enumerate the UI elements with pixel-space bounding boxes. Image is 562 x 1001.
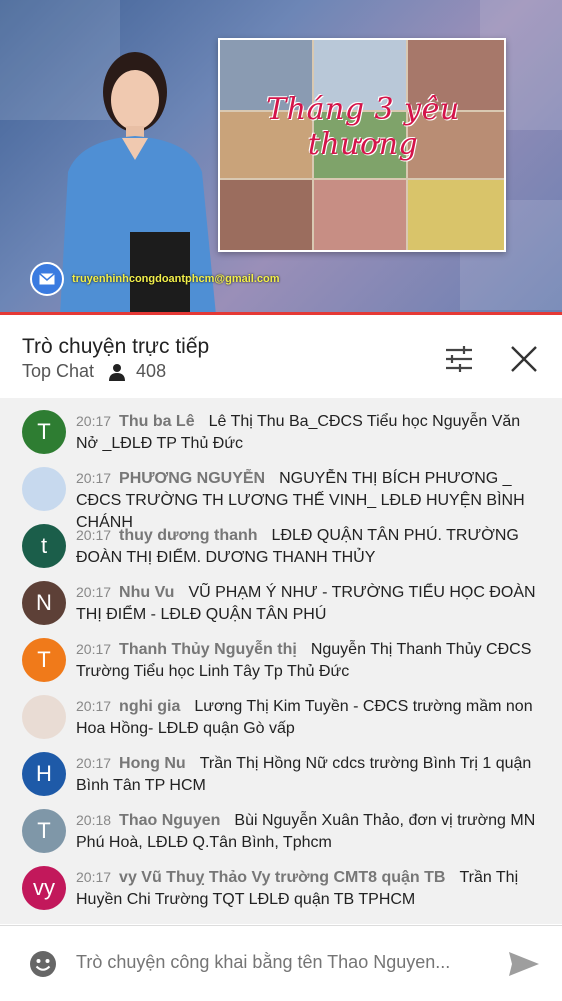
chat-message[interactable]: N 20:17 Nhu Vu VŨ PHẠM Ý NHƯ - TRƯỜNG TIỂU … bbox=[0, 579, 562, 635]
person-icon bbox=[109, 363, 126, 381]
message-timestamp: 20:17 bbox=[76, 527, 112, 543]
email-icon bbox=[30, 262, 64, 296]
chat-message[interactable]: H 20:17 Hong Nu Trần Thị Hồng Nữ cdcs trườn… bbox=[0, 750, 562, 806]
avatar[interactable]: T bbox=[22, 410, 66, 454]
video-overlay-title: Tháng 3 yêu thương bbox=[266, 92, 460, 162]
chat-message[interactable]: T 20:17 Thu ba Lê Lê Thị Thu Ba_CĐCS Tiểu h… bbox=[0, 408, 562, 464]
viewer-count: 408 bbox=[108, 361, 166, 382]
chat-message-body: 20:17 Nhu Vu VŨ PHẠM Ý NHƯ - TRƯỜNG TIỂU H… bbox=[76, 581, 546, 626]
chat-subheader: Top Chat 408 bbox=[22, 361, 166, 382]
sliders-icon[interactable] bbox=[442, 342, 476, 376]
message-author[interactable]: thuy dương thanh bbox=[119, 527, 258, 544]
viewer-count-value: 408 bbox=[136, 361, 167, 381]
message-timestamp: 20:17 bbox=[76, 584, 112, 600]
chat-input-bar bbox=[0, 925, 562, 1001]
message-timestamp: 20:17 bbox=[76, 413, 112, 429]
email-banner: truyenhinhcongdoantphcm@gmail.com bbox=[30, 262, 280, 296]
message-author[interactable]: Thu ba Lê bbox=[119, 413, 195, 430]
chat-message-body: 20:17 Thu ba Lê Lê Thị Thu Ba_CĐCS Tiểu họ… bbox=[76, 410, 546, 455]
photo-collage: Tháng 3 yêu thương bbox=[218, 38, 506, 252]
chat-mode-selector[interactable]: Top Chat bbox=[22, 361, 94, 382]
chat-message-body: 20:17 Hong Nu Trần Thị Hồng Nữ cdcs trường… bbox=[76, 752, 546, 797]
message-author[interactable]: vy Vũ Thuỵ Thảo Vy trường CMT8 quận TB bbox=[119, 869, 445, 886]
message-timestamp: 20:17 bbox=[76, 755, 112, 771]
close-icon[interactable] bbox=[505, 340, 543, 378]
chat-message[interactable]: vy 20:17 vy Vũ Thuỵ Thảo Vy trường CMT8 qu… bbox=[0, 864, 562, 920]
message-author[interactable]: Hong Nu bbox=[119, 755, 186, 772]
message-author[interactable]: nghi gia bbox=[119, 698, 180, 715]
avatar[interactable]: H bbox=[22, 752, 66, 796]
avatar[interactable]: N bbox=[22, 581, 66, 625]
message-timestamp: 20:17 bbox=[76, 641, 112, 657]
message-timestamp: 20:18 bbox=[76, 812, 112, 828]
chat-message[interactable]: 20:17 nghi gia Lương Thị Kim Tuyền - CĐCS … bbox=[0, 693, 562, 749]
avatar[interactable]: vy bbox=[22, 866, 66, 910]
message-author[interactable]: Thanh Thủy Nguyễn thị bbox=[119, 641, 297, 658]
message-timestamp: 20:17 bbox=[76, 698, 112, 714]
chat-message-input[interactable] bbox=[76, 952, 476, 973]
avatar[interactable]: t bbox=[22, 524, 66, 568]
message-author[interactable]: PHƯƠNG NGUYỄN bbox=[119, 470, 265, 487]
chat-message[interactable]: T 20:17 Thanh Thủy Nguyễn thị Nguyễn Thị Th… bbox=[0, 636, 562, 692]
avatar[interactable] bbox=[22, 695, 66, 739]
chat-message[interactable]: T 20:18 Thao Nguyen Bùi Nguyễn Xuân Thảo, đ… bbox=[0, 807, 562, 863]
avatar[interactable]: T bbox=[22, 638, 66, 682]
message-author[interactable]: Nhu Vu bbox=[119, 584, 174, 601]
chat-message[interactable]: t 20:17 thuy dương thanh LĐLĐ QUẬN TÂN PHÚ.… bbox=[0, 522, 562, 578]
message-timestamp: 20:17 bbox=[76, 470, 112, 486]
contact-email: truyenhinhcongdoantphcm@gmail.com bbox=[72, 273, 280, 285]
chat-message-list[interactable]: T 20:17 Thu ba Lê Lê Thị Thu Ba_CĐCS Tiểu h… bbox=[0, 398, 562, 924]
message-timestamp: 20:17 bbox=[76, 869, 112, 885]
avatar[interactable] bbox=[22, 467, 66, 511]
send-icon[interactable] bbox=[508, 950, 540, 978]
chat-message-body: 20:17 vy Vũ Thuỵ Thảo Vy trường CMT8 quận… bbox=[76, 866, 546, 911]
chat-title: Trò chuyện trực tiếp bbox=[22, 335, 210, 358]
video-progress-bar[interactable] bbox=[0, 312, 562, 315]
chat-message-body: 20:17 thuy dương thanh LĐLĐ QUẬN TÂN PHÚ. … bbox=[76, 524, 546, 569]
emoji-icon[interactable] bbox=[29, 950, 57, 978]
message-author[interactable]: Thao Nguyen bbox=[119, 812, 220, 829]
video-player[interactable]: Tháng 3 yêu thương truyenhinhcongdoantph… bbox=[0, 0, 562, 315]
chat-message-body: 20:18 Thao Nguyen Bùi Nguyễn Xuân Thảo, đơ… bbox=[76, 809, 546, 854]
avatar[interactable]: T bbox=[22, 809, 66, 853]
chat-header: Trò chuyện trực tiếp Top Chat 408 bbox=[0, 316, 562, 398]
chat-message-body: 20:17 nghi gia Lương Thị Kim Tuyền - CĐCS … bbox=[76, 695, 546, 740]
chat-message[interactable]: 20:17 PHƯƠNG NGUYỄN NGUYỄN THỊ BÍCH PHƯƠNG… bbox=[0, 465, 562, 531]
chat-message-body: 20:17 Thanh Thủy Nguyễn thị Nguyễn Thị Tha… bbox=[76, 638, 546, 683]
